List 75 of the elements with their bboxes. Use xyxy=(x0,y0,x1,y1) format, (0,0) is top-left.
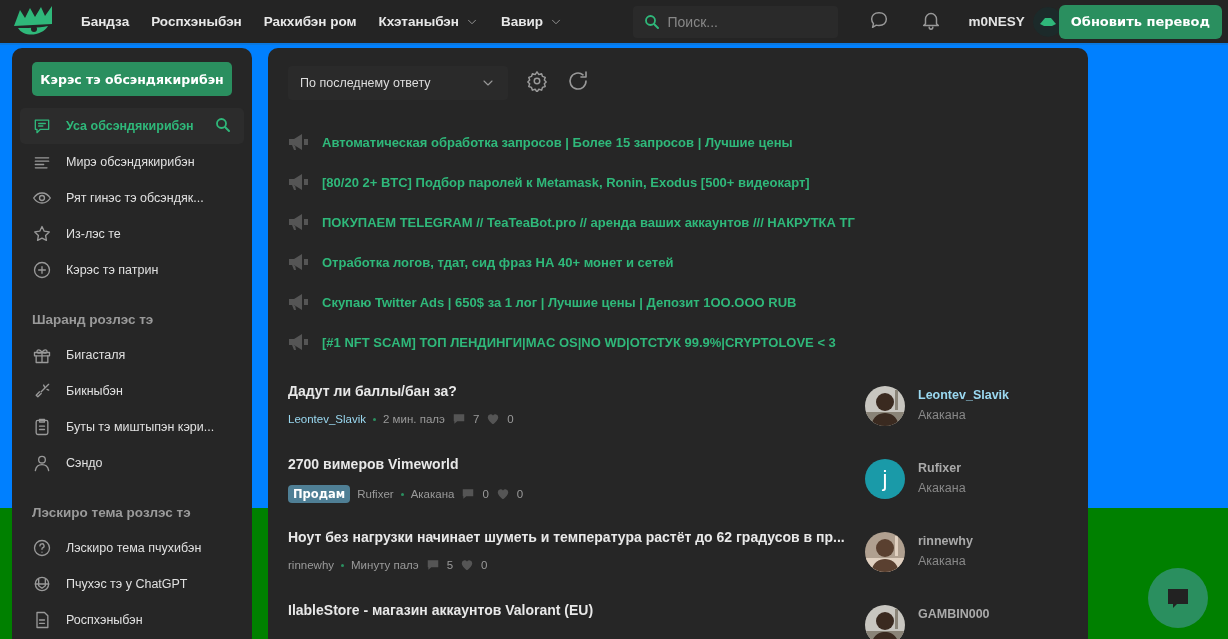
author-link[interactable]: rinnewhy xyxy=(288,559,335,571)
comment-icon xyxy=(461,487,476,501)
last-poster[interactable]: rinnewhy xyxy=(918,534,1068,548)
section-title: Шаранд розлэс тэ xyxy=(31,311,155,329)
megaphone-icon xyxy=(288,333,310,351)
update-translation-button[interactable]: Обновить перевод xyxy=(1058,4,1222,39)
sidebar-item[interactable]: Рят гинэс тэ обсэндяк... xyxy=(20,180,244,216)
sidebar-item[interactable]: Из-лэс те xyxy=(20,216,244,252)
search-field[interactable]: Поиск... xyxy=(633,5,839,38)
announcement-link[interactable]: [80/20 2+ BTC] Подбор паролей к Metamask, Ronin, Exodus [500+ видеокарт] xyxy=(322,174,810,190)
new-discussion-button[interactable]: Кэрэс тэ обсэндякирибэн xyxy=(32,62,232,96)
sort-dropdown[interactable]: По последнему ответу xyxy=(288,66,508,100)
prefix-tag[interactable]: Продам xyxy=(288,485,351,503)
nav-link[interactable]: Ракхибэн ром xyxy=(252,14,368,29)
announcement-link[interactable]: Отработка логов, тдат, сид фраз НА 40+ монет и сетей xyxy=(322,254,674,270)
megaphone-icon xyxy=(288,213,310,231)
megaphone-icon xyxy=(288,133,310,151)
megaphone-icon xyxy=(288,293,310,311)
heart-icon xyxy=(495,487,510,501)
thread-title[interactable]: 2700 вимеров Vimeworld xyxy=(288,456,459,472)
announcement-link[interactable]: Скупаю Twitter Ads | 650$ за 1 лог | Лучшие цены | Депозит 1OO.OOO RUB xyxy=(322,294,797,310)
sidebar-item[interactable]: Пчухэс тэ у ChatGPT xyxy=(20,566,244,602)
sidebar-item[interactable]: Бикныбэн xyxy=(20,373,244,409)
username[interactable]: m0NESY xyxy=(968,14,1025,29)
question-circle-icon xyxy=(32,538,52,558)
last-poster[interactable]: Rufixer xyxy=(918,461,1068,475)
megaphone-icon xyxy=(288,173,310,191)
sidebar-item[interactable]: Роспхэныбэн xyxy=(20,602,244,638)
sidebar-item[interactable]: Лэскиро тема пчухибэн xyxy=(20,530,244,566)
search-icon xyxy=(214,115,232,134)
sidebar-item[interactable]: Сэндо xyxy=(20,445,244,481)
reply-count: 7 xyxy=(472,413,480,425)
section-title: Лэскиро тема розлэс тэ xyxy=(31,504,192,522)
last-post-time: Акакана xyxy=(918,554,967,568)
reply-count: 5 xyxy=(446,559,454,571)
person-icon xyxy=(32,453,52,473)
author-link[interactable]: Rufixer xyxy=(357,488,394,500)
post-time: Минуту палэ xyxy=(351,559,419,571)
post-time: Акакана xyxy=(410,488,455,500)
last-post-time: Акакана xyxy=(918,408,967,422)
like-count: 0 xyxy=(481,559,488,571)
sidebar-item[interactable]: Мирэ обсэндякирибэн xyxy=(20,144,244,180)
author-link[interactable]: Leontev_Slavik xyxy=(288,413,366,425)
announcement-link[interactable]: Автоматическая обработка запросов | Более 15 запросов | Лучшие цены xyxy=(322,134,793,150)
sidebar-item[interactable]: Уса обсэндякирибэн xyxy=(20,108,244,144)
search-icon xyxy=(643,12,662,31)
plus-circle-icon xyxy=(32,260,52,280)
post-time: 2 мин. палэ xyxy=(383,413,445,425)
like-count: 0 xyxy=(516,488,524,500)
chat-icon xyxy=(1166,586,1190,610)
like-count: 0 xyxy=(507,413,514,425)
comment-icon xyxy=(451,412,466,426)
announcement-link[interactable]: ПОКУПАЕМ TELEGRAM // TeaTeaBot.pro // аренда ваших аккаунтов /// НАКРУТКА ТГ xyxy=(322,214,855,230)
heart-icon xyxy=(460,558,475,572)
sidebar-item[interactable]: Кэрэс тэ патрин xyxy=(20,252,244,288)
nav-link[interactable]: Роспхэныбэн xyxy=(140,14,253,29)
last-poster[interactable]: GAMBIN000 xyxy=(918,607,1068,621)
nav-link[interactable]: Кхэтаныбэн xyxy=(367,14,490,29)
comment-icon xyxy=(425,558,440,572)
reply-count: 0 xyxy=(482,488,489,500)
last-poster[interactable]: Leontev_Slavik xyxy=(918,388,1068,402)
megaphone-icon xyxy=(288,253,310,271)
thread-title[interactable]: Ноут без нагрузки начинает шуметь и температура растёт до 62 градусов в пр... xyxy=(288,529,845,545)
sidebar-item[interactable]: Буты тэ миштыпэн кэри... xyxy=(20,409,244,445)
nav-link[interactable]: Вавир xyxy=(489,14,575,29)
thread-title[interactable]: IlableStore - магазин аккаунтов Valorant (EU) xyxy=(288,602,594,618)
last-post-time: Акакана xyxy=(918,481,967,495)
sidebar-item[interactable]: Бигасталя xyxy=(20,337,244,373)
star-icon xyxy=(32,224,52,244)
heart-icon xyxy=(486,412,501,426)
announcement-link[interactable]: [#1 NFT SCAM] ТОП ЛЕНДИНГИ|MAC OS|NO WD|ОТСТУК 99.9%|CRYPTOLOVE < 3 xyxy=(322,334,836,350)
nav-link[interactable]: Бандза xyxy=(70,14,141,29)
thread-title[interactable]: Дадут ли баллы/бан за? xyxy=(288,383,457,399)
settings-icon xyxy=(526,70,548,92)
refresh-icon xyxy=(566,69,590,93)
